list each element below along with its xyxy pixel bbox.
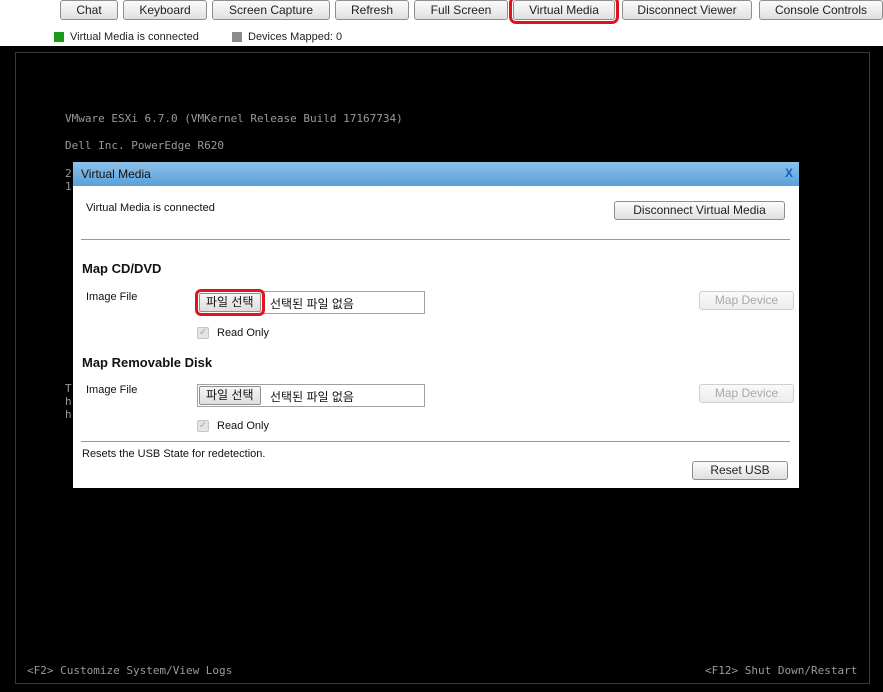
disk-file-input[interactable]: 파일 선택 선택된 파일 없음 xyxy=(197,384,425,407)
cd-read-only-checkbox[interactable]: ✓ xyxy=(197,327,209,339)
console-fragment: h xyxy=(65,395,72,408)
refresh-button[interactable]: Refresh xyxy=(335,0,409,20)
disk-map-device-button[interactable]: Map Device xyxy=(699,384,794,403)
console-fragment: 2 xyxy=(65,167,72,180)
vm-status-text: Virtual Media is connected xyxy=(70,31,199,43)
dialog-title-bar[interactable]: Virtual Media X xyxy=(73,162,799,186)
console-line-version: VMware ESXi 6.7.0 (VMKernel Release Buil… xyxy=(65,112,403,125)
connected-text: Virtual Media is connected xyxy=(86,202,215,214)
console-fragment: h xyxy=(65,408,72,421)
divider xyxy=(81,441,790,442)
toolbar: Chat Keyboard Screen Capture Refresh Ful… xyxy=(0,0,883,46)
console-line-hardware: Dell Inc. PowerEdge R620 xyxy=(65,139,224,152)
console-footer-left: <F2> Customize System/View Logs xyxy=(27,664,233,677)
close-icon[interactable]: X xyxy=(785,166,793,180)
cd-read-only-label: Read Only xyxy=(217,327,269,339)
disk-read-only-checkbox[interactable]: ✓ xyxy=(197,420,209,432)
console-footer-right: <F12> Shut Down/Restart xyxy=(705,664,858,677)
cd-file-input[interactable]: 파일 선택 선택된 파일 없음 xyxy=(195,289,425,316)
full-screen-button[interactable]: Full Screen xyxy=(414,0,508,20)
cd-choose-file-button[interactable]: 파일 선택 xyxy=(195,289,265,316)
virtual-media-dialog: Virtual Media X Virtual Media is connect… xyxy=(73,162,799,488)
console-controls-button[interactable]: Console Controls xyxy=(759,0,883,20)
disk-choose-file-button[interactable]: 파일 선택 xyxy=(199,386,261,405)
cd-image-file-label: Image File xyxy=(86,291,138,303)
screen-capture-button[interactable]: Screen Capture xyxy=(212,0,330,20)
console-fragment: 1 xyxy=(65,180,72,193)
cd-map-device-button[interactable]: Map Device xyxy=(699,291,794,310)
divider xyxy=(81,239,790,240)
disconnect-viewer-button[interactable]: Disconnect Viewer xyxy=(622,0,752,20)
devices-status-text: Devices Mapped: 0 xyxy=(248,31,343,43)
console-fragment: T xyxy=(65,382,72,395)
map-cd-heading: Map CD/DVD xyxy=(82,261,162,276)
cd-no-file-text: 선택된 파일 없음 xyxy=(270,297,354,311)
vm-status: Virtual Media is connected xyxy=(54,30,199,44)
dialog-title: Virtual Media xyxy=(81,167,151,181)
devices-status: Devices Mapped: 0 xyxy=(232,30,342,44)
disk-no-file-text: 선택된 파일 없음 xyxy=(270,390,354,404)
disk-read-only-label: Read Only xyxy=(217,420,269,432)
reset-usb-button[interactable]: Reset USB xyxy=(692,461,788,480)
map-disk-heading: Map Removable Disk xyxy=(82,355,213,370)
disk-image-file-label: Image File xyxy=(86,384,138,396)
reset-usb-text: Resets the USB State for redetection. xyxy=(82,448,266,460)
devices-indicator-icon xyxy=(232,32,242,42)
disconnect-virtual-media-button[interactable]: Disconnect Virtual Media xyxy=(614,201,785,220)
chat-button[interactable]: Chat xyxy=(60,0,118,20)
connected-indicator-icon xyxy=(54,32,64,42)
virtual-media-button[interactable]: Virtual Media xyxy=(509,0,619,24)
keyboard-button[interactable]: Keyboard xyxy=(123,0,207,20)
